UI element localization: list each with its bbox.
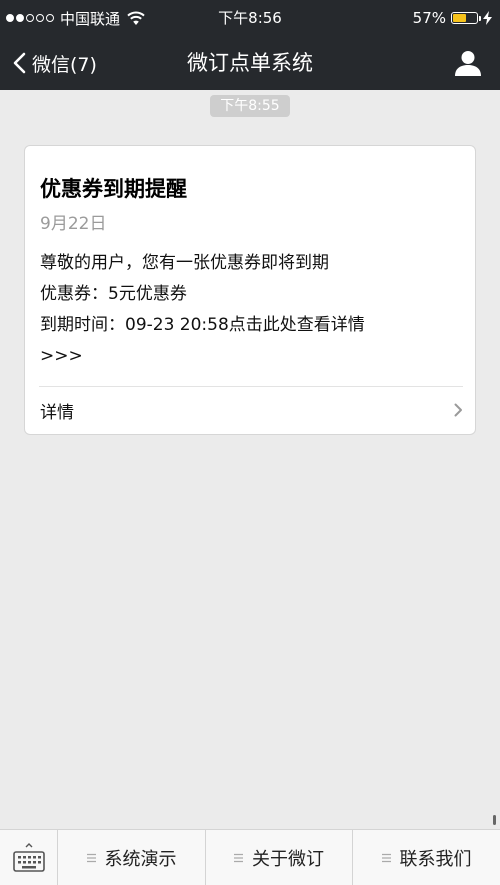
card-line[interactable]: 到期时间：09-23 20:58点击此处查看详情 bbox=[40, 310, 465, 341]
keyboard-icon bbox=[13, 843, 45, 872]
chevron-right-icon bbox=[454, 403, 462, 417]
menu-item-about[interactable]: 关于微订 bbox=[206, 830, 353, 885]
status-right: 57% bbox=[413, 0, 492, 36]
battery-icon bbox=[451, 12, 481, 24]
scroll-indicator bbox=[493, 815, 496, 825]
card-title: 优惠券到期提醒 bbox=[40, 177, 187, 201]
detail-label: 详情 bbox=[40, 403, 74, 423]
menu-label: 联系我们 bbox=[399, 848, 472, 870]
menu-lines-icon bbox=[381, 853, 391, 862]
profile-icon[interactable] bbox=[454, 49, 482, 77]
menu-label: 系统演示 bbox=[104, 848, 177, 870]
page-title: 微订点单系统 bbox=[187, 51, 313, 75]
nav-bar: 微信(7) 微订点单系统 bbox=[0, 36, 500, 90]
menu-item-system-demo[interactable]: 系统演示 bbox=[58, 830, 206, 885]
status-bar: 中国联通 下午8:56 57% bbox=[0, 0, 500, 36]
menu-lines-icon bbox=[234, 853, 243, 862]
card-line: 优惠券：5元优惠券 bbox=[40, 284, 187, 304]
card-line[interactable]: >>> bbox=[40, 341, 465, 372]
message-timestamp: 下午8:55 bbox=[210, 95, 290, 117]
menu-label: 关于微订 bbox=[252, 848, 324, 870]
charging-icon bbox=[483, 11, 492, 25]
battery-percent: 57% bbox=[412, 9, 446, 27]
card-line: 尊敬的用户，您有一张优惠券即将到期 bbox=[40, 253, 329, 273]
card-date: 9月22日 bbox=[40, 214, 107, 234]
message-card[interactable]: 优惠券到期提醒 9月22日 尊敬的用户，您有一张优惠券即将到期 优惠券：5元优惠… bbox=[24, 145, 476, 435]
menu-lines-icon bbox=[86, 853, 96, 862]
detail-link[interactable]: 详情 bbox=[25, 387, 475, 435]
card-body: 尊敬的用户，您有一张优惠券即将到期 优惠券：5元优惠券 到期时间：09-23 2… bbox=[40, 248, 465, 372]
bottom-menu-bar: 系统演示 关于微订 联系我们 bbox=[0, 829, 500, 885]
keyboard-toggle-button[interactable] bbox=[0, 830, 58, 885]
menu-item-contact[interactable]: 联系我们 bbox=[353, 830, 500, 885]
